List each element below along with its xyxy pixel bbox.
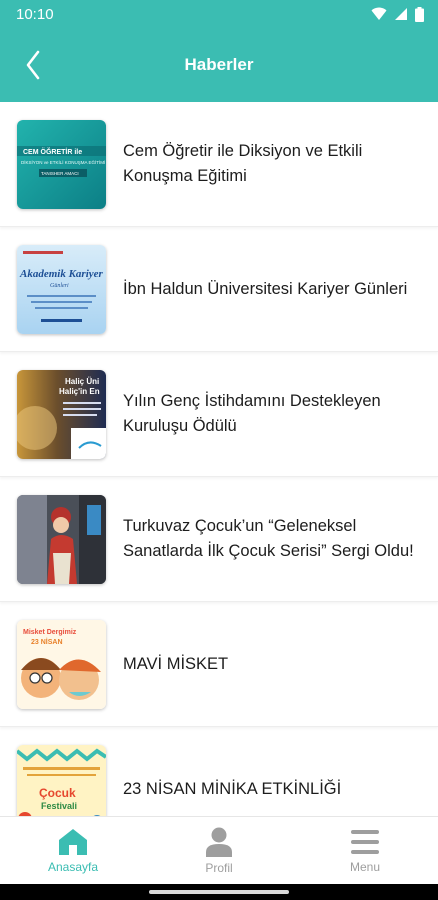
thumb-text: TANISHER AMACI [41, 171, 79, 176]
news-list: CEM ÖĞRETİR ile DİKSİYON ve ETKİLİ KONUŞ… [0, 102, 438, 816]
news-thumbnail: Misket Dergimiz 23 NİSAN [17, 619, 106, 709]
thumb-text: Haliç Üni [65, 377, 99, 386]
cellular-icon [395, 8, 407, 20]
news-item[interactable]: CEM ÖĞRETİR ile DİKSİYON ve ETKİLİ KONUŞ… [0, 102, 438, 227]
thumb-text: Festivali [41, 801, 77, 811]
news-thumbnail: Akademik Kariyer Günleri [17, 244, 106, 334]
status-time: 10:10 [16, 5, 54, 23]
news-thumbnail [17, 494, 106, 584]
home-icon [59, 828, 87, 855]
gesture-bar [0, 884, 438, 900]
status-bar: 10:10 [0, 0, 438, 28]
page-title: Haberler [184, 55, 254, 74]
thumb-text: Günleri [50, 283, 69, 289]
news-title: MAVİ MİSKET [123, 654, 229, 673]
back-button[interactable] [18, 50, 48, 80]
news-item[interactable]: Turkuvaz Çocuk’un “Geleneksel Sanatlarda… [0, 477, 438, 602]
nav-label-home: Anasayfa [47, 859, 99, 874]
nav-item-menu[interactable]: Menu [292, 817, 438, 884]
thumb-text: CEM ÖĞRETİR ile [23, 147, 82, 156]
news-item[interactable]: Akademik Kariyer Günleri İbn Haldun Üniv… [0, 227, 438, 352]
thumb-text: Çocuk [39, 786, 76, 800]
nav-item-home[interactable]: Anasayfa [0, 817, 146, 884]
nav-item-profile[interactable]: Profil [146, 817, 292, 884]
news-title: Turkuvaz Çocuk’un “Geleneksel Sanatlarda… [123, 517, 414, 560]
nav-label-profile: Profil [205, 860, 233, 875]
nav-label-menu: Menu [349, 859, 381, 874]
thumb-text: Haliç'in En [59, 387, 100, 396]
news-title: 23 NİSAN MİNİKA ETKİNLİĞİ [123, 779, 342, 798]
battery-icon [415, 6, 424, 22]
thumb-text: 23 NİSAN [31, 638, 63, 646]
news-item[interactable]: Haliç Üni Haliç'in En Yılın Genç İstihda… [0, 352, 438, 477]
wifi-icon [371, 7, 387, 20]
news-thumbnail: Haliç Üni Haliç'in En [17, 369, 106, 459]
user-icon [206, 827, 232, 857]
chevron-left-icon [26, 50, 40, 80]
gesture-handle[interactable] [149, 890, 289, 894]
news-title: İbn Haldun Üniversitesi Kariyer Günleri [123, 279, 408, 298]
status-icons [371, 6, 424, 22]
news-thumbnail: CEM ÖĞRETİR ile DİKSİYON ve ETKİLİ KONUŞ… [17, 119, 106, 209]
thumb-text: DİKSİYON ve ETKİLİ KONUŞMA EĞİTİMİ [21, 159, 105, 165]
thumb-text: Akademik Kariyer [19, 268, 104, 280]
news-title: Cem Öğretir ile Diksiyon ve Etkili Konuş… [123, 142, 363, 185]
news-item[interactable]: Misket Dergimiz 23 NİSAN MAVİ MİSKET [0, 602, 438, 727]
menu-icon [351, 829, 379, 854]
news-thumbnail: Çocuk Festivali [17, 744, 106, 816]
thumb-text: Misket Dergimiz [23, 629, 77, 636]
news-item[interactable]: Çocuk Festivali 23 NİSAN MİNİKA ETKİNLİĞ… [0, 727, 438, 816]
news-title: Yılın Genç İstihdamını Destekleyen Kurul… [123, 392, 381, 435]
app-bar: Haberler [0, 28, 438, 102]
bottom-nav: Anasayfa Profil Menu [0, 816, 438, 884]
